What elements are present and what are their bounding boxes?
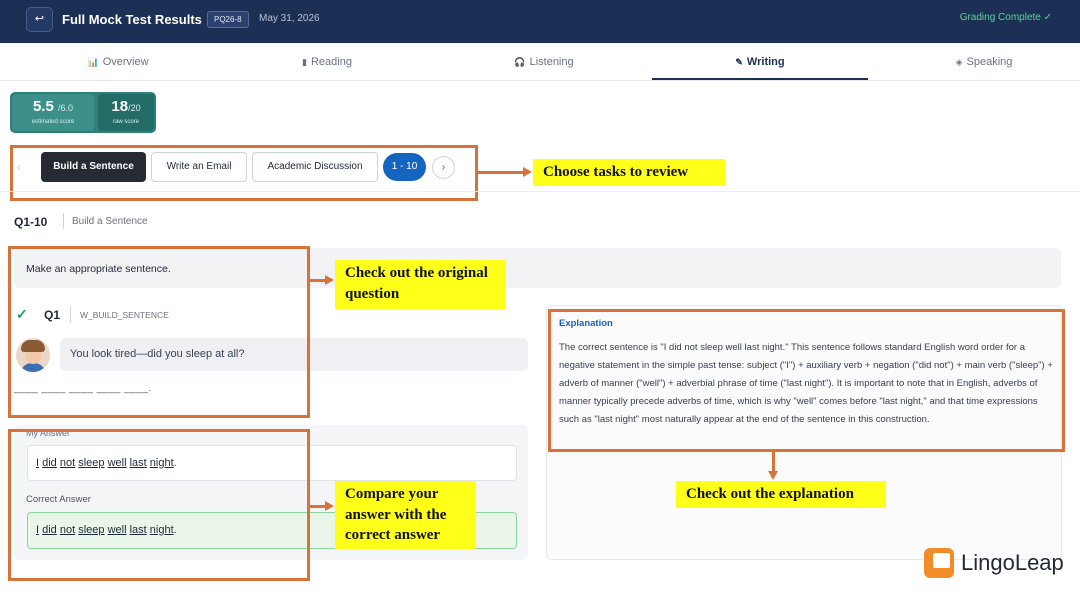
tab-label: Reading (310, 56, 352, 68)
section-range: Q1-10 (14, 215, 48, 229)
grading-status: Grading Complete ✓ (959, 12, 1052, 23)
tab-label: Overview (102, 56, 149, 68)
chart-icon: 📊 (87, 57, 99, 67)
raw-score-label: raw score (112, 119, 139, 125)
estimated-score-label: estimated score (31, 119, 75, 125)
tab-label: Writing (746, 56, 785, 68)
divider (63, 213, 64, 229)
callout-original-question: Check out the original question (335, 260, 506, 309)
connector-line (310, 279, 326, 282)
lingoleap-logo-text: LingoLeap (961, 550, 1064, 575)
mic-icon: ◈ (955, 57, 963, 67)
connector-line (478, 171, 526, 174)
divider (0, 191, 1080, 192)
section-tabs: 📊 Overview ▮ Reading 🎧 Listening ✎ Writing ◈… (0, 43, 1080, 81)
connector-line (310, 505, 326, 508)
tab-overview[interactable]: 📊 Overview (10, 43, 226, 81)
lingoleap-logo-icon (924, 548, 954, 578)
score-card: 5.5 /6.0 estimated score 18/20 raw score (10, 92, 156, 133)
raw-score-value: 18 (111, 98, 129, 115)
arrow-right-icon (523, 167, 532, 177)
answer-highlight (8, 429, 310, 581)
arrow-right-icon (325, 501, 334, 511)
back-button[interactable]: ↩ (26, 7, 53, 32)
callout-choose-tasks: Choose tasks to review (533, 159, 725, 186)
back-icon: ↩ (34, 13, 45, 25)
tab-writing[interactable]: ✎ Writing (652, 43, 868, 81)
question-highlight (8, 246, 310, 418)
tab-listening[interactable]: 🎧 Listening (436, 43, 652, 81)
estimated-score-max: /6.0 (58, 103, 74, 113)
tab-reading[interactable]: ▮ Reading (219, 43, 435, 81)
book-icon: ▮ (302, 57, 307, 67)
raw-score: 18/20 raw score (98, 94, 154, 131)
estimated-score: 5.5 /6.0 estimated score (12, 94, 94, 131)
tab-speaking[interactable]: ◈ Speaking (876, 43, 1080, 81)
task-selector-highlight (10, 145, 478, 201)
raw-score-max: /20 (128, 103, 141, 113)
active-tab-indicator (652, 78, 868, 80)
tab-label: Listening (529, 56, 574, 68)
section-type: Build a Sentence (72, 216, 148, 227)
headphones-icon: 🎧 (514, 57, 526, 67)
page-title: Full Mock Test Results (62, 12, 202, 27)
callout-explanation: Check out the explanation (676, 481, 886, 508)
arrow-right-icon (325, 275, 334, 285)
pen-icon: ✎ (735, 57, 743, 67)
tab-label: Speaking (966, 56, 1013, 68)
test-code-badge: PQ26-8 (207, 11, 249, 28)
connector-line (772, 452, 775, 472)
estimated-score-value: 5.5 (32, 98, 54, 115)
test-date: May 31, 2026 (259, 13, 320, 24)
arrow-down-icon (768, 471, 778, 480)
callout-compare-answer: Compare your answer with the correct ans… (335, 481, 476, 549)
explanation-highlight (548, 309, 1065, 452)
